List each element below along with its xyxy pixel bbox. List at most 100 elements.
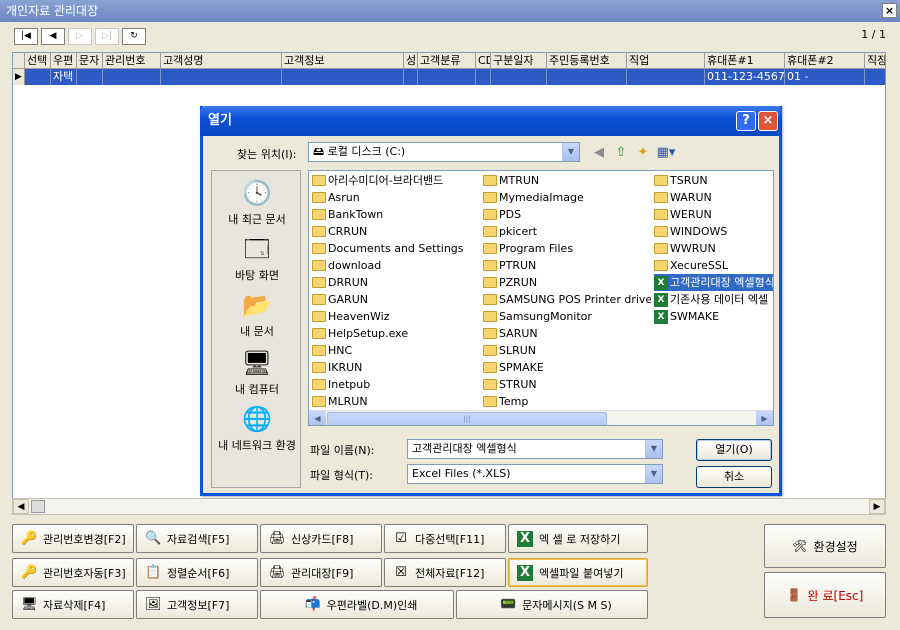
grid-horizontal-scrollbar[interactable]: ◀ ▶ <box>12 498 886 515</box>
change-id-button[interactable]: 🔑 관리번호변경[F2] <box>12 524 134 553</box>
list-item[interactable]: SLRUN <box>483 342 536 359</box>
up-folder-icon[interactable]: ⇧ <box>612 144 630 162</box>
grid-cell[interactable]: 자택 <box>51 69 77 85</box>
column-header[interactable]: 고객성명 <box>161 53 282 69</box>
customer-info-button[interactable]: 🖼 고객정보[F7] <box>136 590 258 619</box>
grid-cell[interactable]: 011-123-4567 <box>705 69 785 85</box>
new-folder-icon[interactable]: ✦ <box>634 144 652 162</box>
list-item[interactable]: SARUN <box>483 325 538 342</box>
list-item[interactable]: STRUN <box>483 376 537 393</box>
grid-cell[interactable] <box>476 69 491 85</box>
refresh-icon[interactable]: ↻ <box>122 28 146 45</box>
list-item[interactable]: Inetpub <box>312 376 370 393</box>
column-header[interactable]: 고객정보 <box>282 53 404 69</box>
back-icon[interactable]: ◀ <box>590 144 608 162</box>
place-desktop[interactable]: 🗔 바탕 화면 <box>212 233 302 283</box>
list-item[interactable]: SPMAKE <box>483 359 544 376</box>
grid-cell[interactable] <box>282 69 404 85</box>
open-button[interactable]: 열기(O) <box>696 439 772 461</box>
profile-card-button[interactable]: 🖨 신상카드[F8] <box>260 524 382 553</box>
grid-cell[interactable] <box>103 69 161 85</box>
last-record-button[interactable]: ▷| <box>95 28 119 45</box>
list-item[interactable]: BankTown <box>312 206 383 223</box>
list-item[interactable]: TSRUN <box>654 172 708 189</box>
chevron-down-icon[interactable]: ▼ <box>645 440 662 458</box>
list-item[interactable]: HelpSetup.exe <box>312 325 408 342</box>
list-item[interactable]: MTRUN <box>483 172 539 189</box>
column-header[interactable]: 성 <box>404 53 418 69</box>
look-in-dropdown[interactable]: 🖴 로컬 디스크 (C:) ▼ <box>308 142 580 162</box>
place-my-computer[interactable]: 🖥 내 컴퓨터 <box>212 347 302 397</box>
scroll-right-icon[interactable]: ▶ <box>869 499 885 514</box>
window-close-icon[interactable]: × <box>882 3 897 18</box>
first-record-button[interactable]: |◀ <box>14 28 38 45</box>
sms-button[interactable]: 📟 문자메시지(S M S) <box>456 590 648 619</box>
chevron-down-icon[interactable]: ▼ <box>562 143 579 161</box>
print-mail-label-button[interactable]: 📬 우편라벨(D.M)인쇄 <box>260 590 454 619</box>
list-item[interactable]: SamsungMonitor <box>483 308 592 325</box>
list-item[interactable]: X 고객관리대장 엑셀형식 <box>654 274 773 291</box>
file-list[interactable]: ◀ ||| ▶ 아리수미디어-브라더밴드 Asrun BankTown CRRUN Do… <box>308 170 774 426</box>
list-item[interactable]: HNC <box>312 342 352 359</box>
grid-cell[interactable] <box>627 69 705 85</box>
next-record-button[interactable]: ▷ <box>68 28 92 45</box>
cancel-button[interactable]: 취소 <box>696 466 772 488</box>
list-item[interactable]: WERUN <box>654 206 712 223</box>
scroll-left-icon[interactable]: ◀ <box>309 411 326 425</box>
place-recent[interactable]: 🕓 내 최근 문서 <box>212 177 302 227</box>
column-header[interactable]: 휴대폰#2 <box>785 53 865 69</box>
column-header[interactable]: 선택 <box>25 53 51 69</box>
grid-cell[interactable] <box>865 69 885 85</box>
list-item[interactable]: GARUN <box>312 291 368 308</box>
all-records-button[interactable]: ☒ 전체자료[F12] <box>384 558 506 587</box>
column-header[interactable]: 직업 <box>627 53 705 69</box>
column-header[interactable]: 구분일자 <box>491 53 547 69</box>
paste-excel-button[interactable]: X 엑셀파일 붙여넣기 <box>508 558 648 587</box>
view-menu-icon[interactable]: ▦▾ <box>655 144 677 162</box>
list-item[interactable]: WARUN <box>654 189 712 206</box>
file-list-scrollbar[interactable]: ◀ ||| ▶ <box>309 410 773 425</box>
scroll-thumb[interactable]: ||| <box>327 412 607 425</box>
list-item[interactable]: pkicert <box>483 223 537 240</box>
grid-cell[interactable] <box>418 69 476 85</box>
search-button[interactable]: 🔍 자료검색[F5] <box>136 524 258 553</box>
multi-select-button[interactable]: ☑ 다중선택[F11] <box>384 524 506 553</box>
list-item[interactable]: MLRUN <box>312 393 368 410</box>
save-to-excel-button[interactable]: X 엑 셀 로 저장하기 <box>508 524 648 553</box>
column-header[interactable]: 관리번호 <box>103 53 161 69</box>
prev-record-button[interactable]: ◀ <box>41 28 65 45</box>
auto-id-button[interactable]: 🔑 관리번호자동[F3] <box>12 558 134 587</box>
grid-cell[interactable] <box>404 69 418 85</box>
chevron-down-icon[interactable]: ▼ <box>645 465 662 483</box>
list-item[interactable]: XecureSSL <box>654 257 728 274</box>
list-item[interactable]: 아리수미디어-브라더밴드 <box>312 172 443 189</box>
list-item[interactable]: X 기존사용 데이터 엑셀 <box>654 291 768 308</box>
column-header[interactable]: 주민등록번호 <box>547 53 627 69</box>
table-row[interactable]: 자택 011-123-4567 01 - <box>25 69 885 85</box>
list-item[interactable]: Documents and Settings <box>312 240 464 257</box>
list-item[interactable]: WINDOWS <box>654 223 727 240</box>
help-icon[interactable]: ? <box>736 111 756 131</box>
sort-order-button[interactable]: 📋 정렬순서[F6] <box>136 558 258 587</box>
filename-input[interactable]: 고객관리대장 엑셀형식 ▼ <box>407 439 663 459</box>
column-header[interactable]: 휴대폰#1 <box>705 53 785 69</box>
column-header[interactable]: 우편 <box>51 53 77 69</box>
grid-cell[interactable] <box>491 69 547 85</box>
list-item[interactable]: Asrun <box>312 189 360 206</box>
column-header[interactable]: 고객분류 <box>418 53 476 69</box>
scroll-right-icon[interactable]: ▶ <box>756 411 773 425</box>
list-item[interactable]: download <box>312 257 381 274</box>
column-header[interactable]: CD <box>476 53 491 69</box>
list-item[interactable]: CRRUN <box>312 223 367 240</box>
list-item[interactable]: IKRUN <box>312 359 362 376</box>
grid-cell[interactable] <box>77 69 103 85</box>
list-item[interactable]: HeavenWiz <box>312 308 390 325</box>
list-item[interactable]: Temp <box>483 393 528 410</box>
dialog-close-icon[interactable]: × <box>758 111 778 131</box>
place-network[interactable]: 🌐 내 네트워크 환경 <box>212 403 302 453</box>
list-item[interactable]: MymediaImage <box>483 189 584 206</box>
column-header[interactable]: 문자 <box>77 53 103 69</box>
list-item[interactable]: WWRUN <box>654 240 716 257</box>
exit-button[interactable]: 🚪 완 료[Esc] <box>764 572 886 618</box>
settings-button[interactable]: 🛠 환경설정 <box>764 524 886 568</box>
